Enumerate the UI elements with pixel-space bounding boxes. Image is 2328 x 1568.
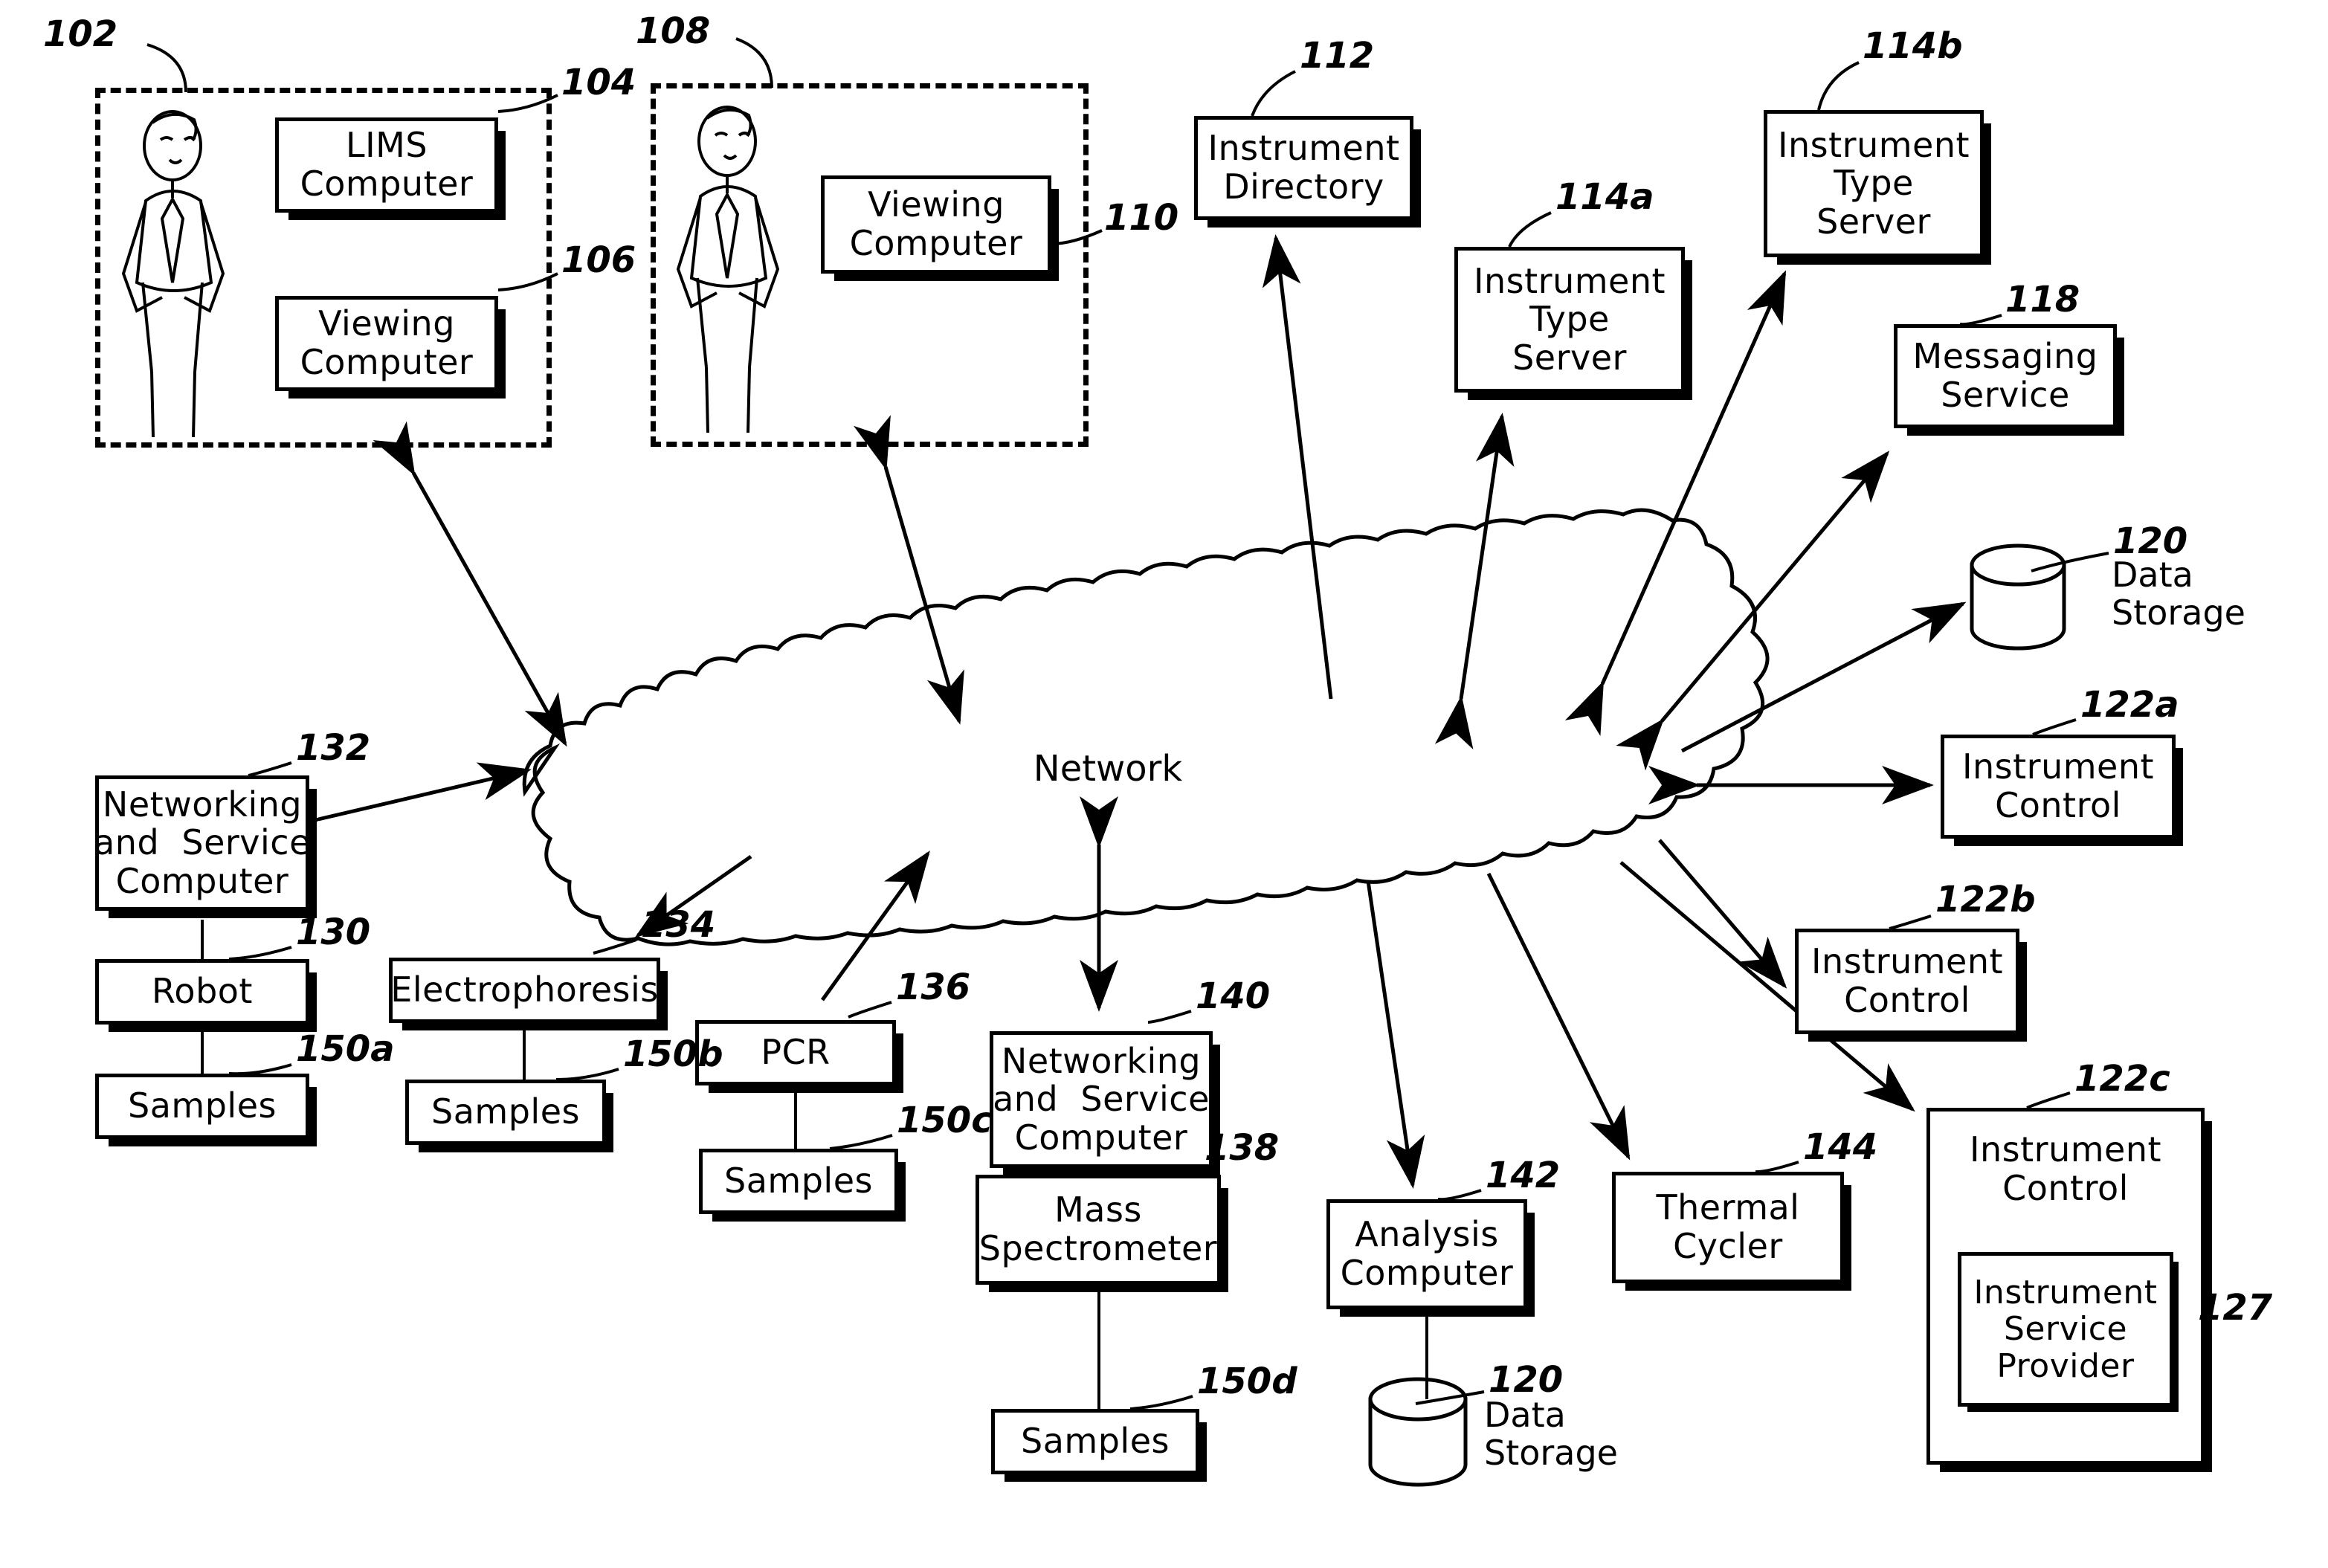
instrument-control-a-label: Instrument Control (1961, 746, 2155, 825)
samples-150a-box[interactable]: Samples (95, 1074, 309, 1139)
pcr-box[interactable]: PCR (695, 1020, 896, 1085)
mass-spectrometer-label: Mass Spectrometer (978, 1190, 1218, 1268)
samples-150d-box[interactable]: Samples (991, 1409, 1199, 1474)
instrument-type-server-a-label: Instrument Type Server (1473, 260, 1666, 378)
ref-150b: 150b (623, 1033, 723, 1075)
networking-service-computer-140-label: Networking and Service Computer (993, 1040, 1210, 1158)
data-storage-cylinder-bottom (1368, 1377, 1468, 1487)
messaging-service-box[interactable]: Messaging Service (1894, 324, 2117, 428)
instrument-control-b-label: Instrument Control (1811, 941, 2004, 1020)
samples-150d-label: Samples (1021, 1421, 1170, 1462)
analysis-computer-box[interactable]: Analysis Computer (1326, 1199, 1527, 1309)
instrument-control-c-label: Instrument Control (1969, 1129, 2162, 1208)
analysis-computer-label: Analysis Computer (1340, 1214, 1514, 1293)
ref-150d: 150d (1197, 1361, 1297, 1402)
network-cloud: Network (522, 508, 1770, 946)
instrument-directory-box[interactable]: Instrument Directory (1194, 116, 1413, 220)
ref-122c: 122c (2074, 1058, 2170, 1100)
electrophoresis-label: Electrophoresis (390, 969, 659, 1010)
ref-134: 134 (641, 904, 716, 946)
robot-box[interactable]: Robot (95, 959, 309, 1025)
ref-102: 102 (43, 13, 118, 55)
ref-140: 140 (1196, 975, 1271, 1017)
electrophoresis-box[interactable]: Electrophoresis (389, 958, 660, 1023)
ref-108: 108 (636, 10, 711, 52)
data-storage-right-caption: Data Storage (2112, 555, 2245, 633)
thermal-cycler-label: Thermal Cycler (1656, 1187, 1800, 1266)
viewing-computer-110-box[interactable]: Viewing Computer (821, 175, 1051, 274)
instrument-directory-label: Instrument Directory (1207, 128, 1400, 207)
ref-120-bottom: 120 (1489, 1359, 1564, 1401)
instrument-service-provider-box[interactable]: Instrument Service Provider (1958, 1252, 2173, 1407)
lims-computer-label: LIMS Computer (300, 125, 474, 204)
networking-service-computer-140-box[interactable]: Networking and Service Computer (990, 1031, 1213, 1168)
instrument-service-provider-label: Instrument Service Provider (1973, 1274, 2158, 1385)
lims-computer-box[interactable]: LIMS Computer (275, 117, 498, 213)
instrument-type-server-b-box[interactable]: Instrument Type Server (1764, 110, 1984, 257)
instrument-control-a-box[interactable]: Instrument Control (1941, 735, 2176, 839)
data-storage-bottom-caption: Data Storage (1484, 1395, 1618, 1473)
mass-spectrometer-box[interactable]: Mass Spectrometer (976, 1175, 1221, 1285)
ref-118: 118 (2005, 279, 2080, 320)
ref-114a: 114a (1555, 176, 1654, 218)
instrument-type-server-a-box[interactable]: Instrument Type Server (1454, 247, 1685, 393)
data-storage-cylinder-right (1970, 543, 2066, 651)
ref-127: 127 (2198, 1287, 2273, 1329)
ref-132: 132 (296, 727, 371, 769)
viewing-computer-106-box[interactable]: Viewing Computer (275, 296, 498, 391)
ref-114b: 114b (1863, 25, 1963, 67)
ref-112: 112 (1300, 35, 1375, 77)
networking-service-computer-132-label: Networking and Service Computer (94, 784, 311, 901)
viewing-computer-110-label: Viewing Computer (849, 184, 1023, 263)
ref-150c: 150c (897, 1100, 993, 1141)
instrument-control-b-box[interactable]: Instrument Control (1795, 929, 2019, 1034)
ref-136: 136 (896, 967, 971, 1008)
messaging-service-label: Messaging Service (1912, 336, 2098, 415)
ref-130: 130 (296, 912, 371, 953)
figure-canvas: Network LIMS Computer Viewing Computer V… (0, 0, 2328, 1568)
ref-122b: 122b (1935, 879, 2036, 920)
robot-label: Robot (152, 971, 253, 1012)
viewing-computer-106-label: Viewing Computer (300, 303, 474, 382)
instrument-type-server-b-label: Instrument Type Server (1777, 124, 1970, 242)
ref-150a: 150a (296, 1028, 395, 1070)
networking-service-computer-132-box[interactable]: Networking and Service Computer (94, 775, 310, 911)
thermal-cycler-box[interactable]: Thermal Cycler (1612, 1172, 1844, 1283)
ref-142: 142 (1486, 1155, 1561, 1196)
ref-104: 104 (561, 62, 636, 103)
samples-150a-label: Samples (128, 1085, 277, 1126)
samples-150b-box[interactable]: Samples (405, 1080, 606, 1145)
samples-150b-label: Samples (431, 1091, 580, 1132)
ref-106: 106 (561, 239, 636, 281)
ref-122a: 122a (2080, 684, 2179, 726)
samples-150c-box[interactable]: Samples (699, 1149, 898, 1214)
pcr-label: PCR (761, 1032, 831, 1073)
ref-138: 138 (1205, 1127, 1280, 1169)
network-label: Network (1034, 748, 1183, 790)
samples-150c-label: Samples (724, 1161, 873, 1201)
ref-144: 144 (1803, 1126, 1878, 1168)
ref-120-right: 120 (2113, 520, 2188, 562)
ref-110: 110 (1104, 197, 1179, 239)
